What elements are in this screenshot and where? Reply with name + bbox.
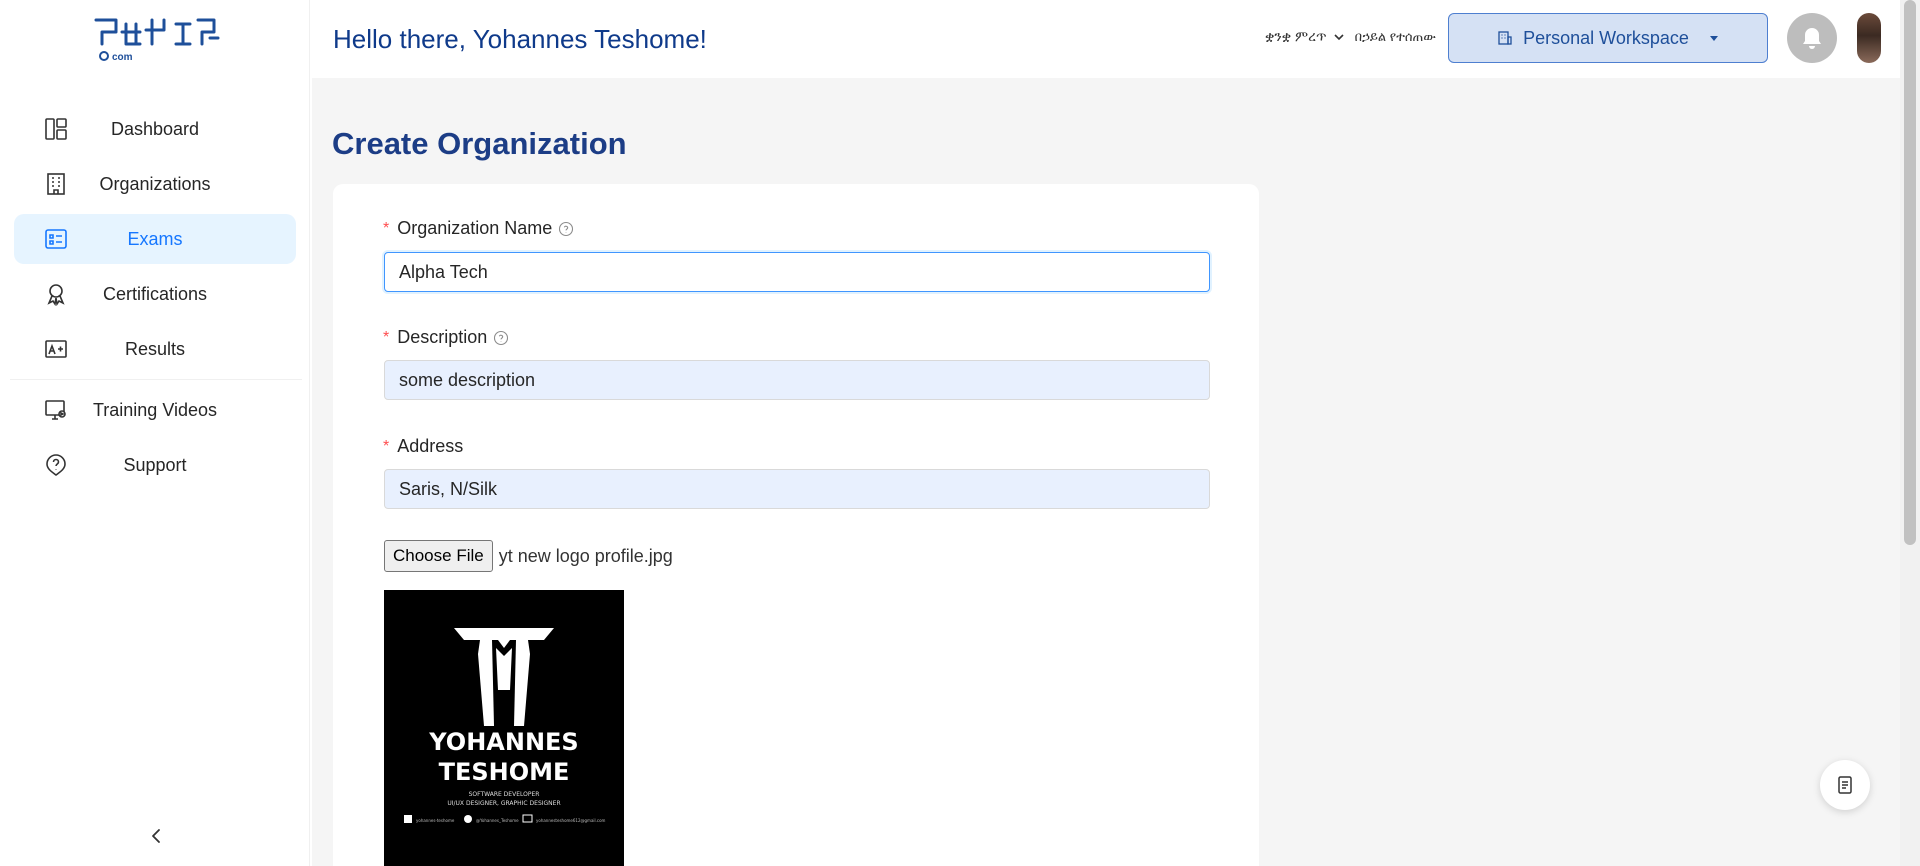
description-input[interactable]: some description	[384, 360, 1210, 400]
address-input[interactable]: Saris, N/Silk	[384, 469, 1210, 509]
org-name-input[interactable]: Alpha Tech	[384, 252, 1210, 292]
brand-logo[interactable]: com	[92, 14, 222, 64]
svg-text:com: com	[112, 52, 133, 63]
sidebar-item-label: Organizations	[99, 173, 211, 194]
page-title: Create Organization	[332, 126, 627, 161]
preview-contact-2: @Yohannes_Teshome	[476, 818, 519, 823]
org-name-label: * Organization Name	[383, 218, 574, 239]
preview-line-4: UI/UX DESIGNER, GRAPHIC DESIGNER	[447, 800, 560, 807]
preview-contact-3: yohannesteshome612@gmail.com	[536, 818, 606, 823]
question-circle-icon[interactable]	[558, 221, 574, 237]
sidebar-item-label: Exams	[127, 228, 183, 249]
sidebar-item-label: Results	[124, 338, 186, 359]
notifications-button[interactable]	[1787, 13, 1837, 63]
sidebar-item-results[interactable]: Results	[14, 324, 296, 374]
sidebar-item-exams[interactable]: Exams	[14, 214, 296, 264]
choose-file-button[interactable]: Choose File	[384, 540, 493, 572]
create-organization-form: * Organization Name Alpha Tech * Descrip…	[333, 184, 1259, 866]
bell-icon	[1803, 28, 1821, 49]
sidebar-item-label: Support	[123, 454, 187, 475]
required-marker: *	[383, 437, 390, 455]
preview-contact-1: yohannes-teshome	[416, 818, 455, 823]
sidebar-divider	[10, 379, 302, 380]
document-icon	[1838, 776, 1852, 794]
brand-logo-icon: com	[94, 18, 220, 63]
avatar[interactable]	[1857, 13, 1881, 63]
sidebar-item-training-videos[interactable]: Training Videos	[14, 385, 296, 435]
org-name-label-text: Organization Name	[397, 218, 553, 238]
page-scrollbar[interactable]	[1900, 0, 1920, 866]
caret-down-icon	[1709, 36, 1718, 41]
sidebar-collapse-button[interactable]	[146, 826, 166, 846]
sidebar-item-label: Certifications	[102, 283, 208, 304]
sidebar-item-dashboard[interactable]: Dashboard	[14, 104, 296, 154]
chevron-left-icon	[152, 829, 160, 843]
greeting-text: Hello there, Yohannes Teshome!	[333, 24, 707, 54]
workspace-label: Personal Workspace	[1523, 27, 1689, 48]
language-selector[interactable]: ቋንቋ ምረጥ በኃይል የተሰጠው	[1265, 28, 1436, 45]
address-label: * Address	[383, 436, 463, 457]
preview-line-3: SOFTWARE DEVELOPER	[469, 791, 540, 798]
description-label: * Description	[383, 327, 509, 348]
sidebar-nav: Dashboard Organizations Exams Certificat…	[0, 104, 310, 495]
top-header: Hello there, Yohannes Teshome! ቋንቋ ምረጥ በ…	[310, 0, 1900, 78]
description-label-text: Description	[397, 327, 488, 347]
sidebar-item-label: Dashboard	[110, 118, 200, 139]
language-label: ቋንቋ ምረጥ	[1265, 28, 1327, 44]
logo-preview-graphic: YOHANNES TESHOME SOFTWARE DEVELOPER UI/U…	[384, 590, 624, 866]
scrollbar-thumb[interactable]	[1904, 0, 1916, 545]
language-secondary-label: በኃይል የተሰጠው	[1354, 28, 1436, 44]
required-marker: *	[383, 328, 390, 346]
required-marker: *	[383, 219, 390, 237]
question-circle-icon[interactable]	[493, 330, 509, 346]
sidebar: com Dashboard Organizations Exams Certif…	[0, 0, 310, 866]
sidebar-item-certifications[interactable]: Certifications	[14, 269, 296, 319]
sidebar-item-label: Training Videos	[92, 399, 218, 420]
logo-file-input: Choose File yt new logo profile.jpg	[384, 540, 673, 572]
building-icon	[1498, 31, 1512, 45]
sidebar-item-organizations[interactable]: Organizations	[14, 159, 296, 209]
logo-preview-image: YOHANNES TESHOME SOFTWARE DEVELOPER UI/U…	[384, 590, 624, 866]
document-fab-button[interactable]	[1820, 760, 1870, 810]
chevron-down-icon	[1334, 33, 1344, 40]
address-label-text: Address	[397, 436, 464, 456]
preview-line-1: YOHANNES	[428, 728, 578, 756]
workspace-dropdown[interactable]: Personal Workspace	[1448, 13, 1768, 63]
sidebar-item-support[interactable]: Support	[14, 440, 296, 490]
main-content: Create Organization * Organization Name …	[312, 78, 1900, 866]
selected-file-name: yt new logo profile.jpg	[498, 545, 673, 566]
preview-line-2: TESHOME	[439, 758, 570, 786]
